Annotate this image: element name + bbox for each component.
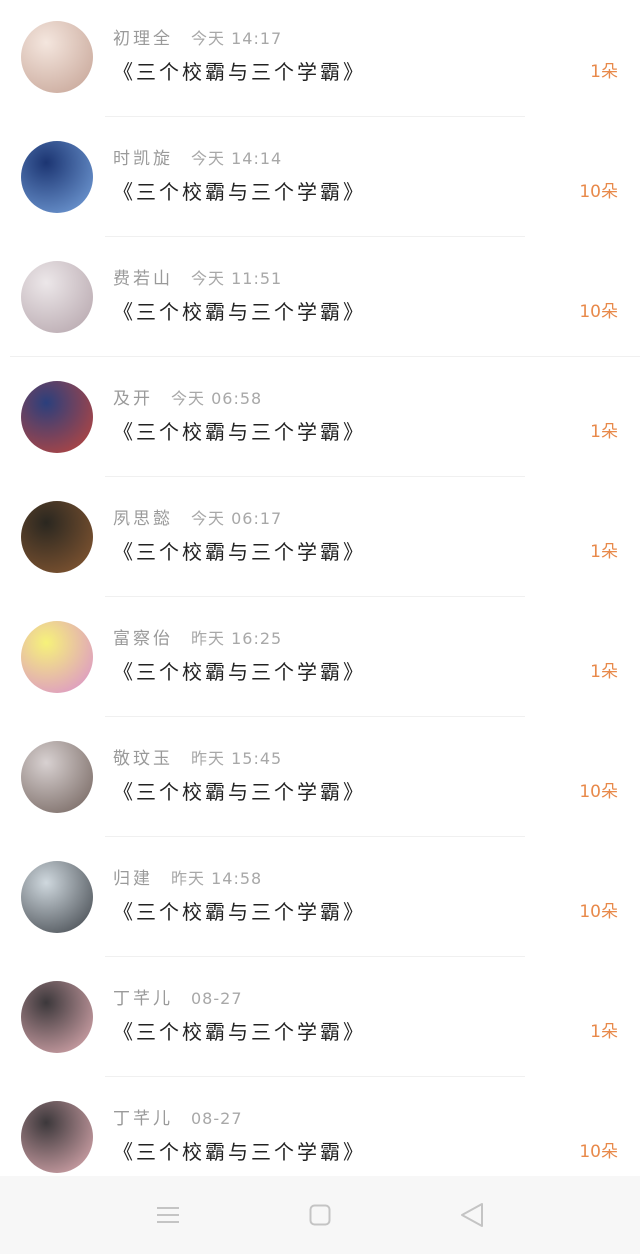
- avatar[interactable]: [21, 621, 93, 693]
- sender-name: 费若山: [113, 269, 173, 289]
- home-square-icon: [309, 1204, 331, 1226]
- book-title: 《三个校霸与三个学霸》: [113, 1140, 366, 1164]
- avatar[interactable]: [21, 981, 93, 1053]
- book-title: 《三个校霸与三个学霸》: [113, 300, 366, 324]
- sender-name: 敬玟玉: [113, 749, 173, 769]
- gift-record-list: 初理全 今天 14:17 《三个校霸与三个学霸》 1朵 时凯旋 今天 14:14 《三个校霸…: [0, 0, 640, 1197]
- book-title: 《三个校霸与三个学霸》: [113, 60, 366, 84]
- back-triangle-icon: [461, 1203, 483, 1227]
- flower-count: 1朵: [590, 422, 618, 442]
- timestamp: 08-27: [191, 1109, 243, 1128]
- sender-meta: 夙思懿 今天 06:17: [113, 507, 282, 531]
- sender-meta: 及开 今天 06:58: [113, 387, 262, 411]
- timestamp: 今天 14:14: [191, 149, 283, 168]
- flower-count: 1朵: [590, 542, 618, 562]
- book-title: 《三个校霸与三个学霸》: [113, 540, 366, 564]
- avatar[interactable]: [21, 381, 93, 453]
- book-title: 《三个校霸与三个学霸》: [113, 900, 366, 924]
- avatar[interactable]: [21, 861, 93, 933]
- flower-count: 1朵: [590, 62, 618, 82]
- list-item[interactable]: 及开 今天 06:58 《三个校霸与三个学霸》 1朵: [0, 357, 640, 477]
- sender-meta: 时凯旋 今天 14:14: [113, 147, 282, 171]
- system-navigation-bar: [0, 1176, 640, 1254]
- book-title: 《三个校霸与三个学霸》: [113, 660, 366, 684]
- book-title: 《三个校霸与三个学霸》: [113, 780, 366, 804]
- flower-count: 1朵: [590, 1022, 618, 1042]
- list-item[interactable]: 初理全 今天 14:17 《三个校霸与三个学霸》 1朵: [0, 0, 640, 117]
- menu-button[interactable]: [148, 1200, 188, 1230]
- sender-name: 丁芊儿: [113, 1109, 173, 1129]
- sender-meta: 归建 昨天 14:58: [113, 867, 262, 891]
- book-title: 《三个校霸与三个学霸》: [113, 1020, 366, 1044]
- book-title: 《三个校霸与三个学霸》: [113, 420, 366, 444]
- sender-name: 时凯旋: [113, 149, 173, 169]
- sender-name: 丁芊儿: [113, 989, 173, 1009]
- list-item[interactable]: 丁芊儿 08-27 《三个校霸与三个学霸》 1朵: [0, 957, 640, 1077]
- timestamp: 今天 06:58: [171, 389, 263, 408]
- list-item[interactable]: 敬玟玉 昨天 15:45 《三个校霸与三个学霸》 10朵: [0, 717, 640, 837]
- flower-count: 10朵: [579, 182, 618, 202]
- sender-name: 归建: [113, 869, 153, 889]
- sender-meta: 丁芊儿 08-27: [113, 987, 243, 1011]
- list-item[interactable]: 归建 昨天 14:58 《三个校霸与三个学霸》 10朵: [0, 837, 640, 957]
- timestamp: 今天 06:17: [191, 509, 283, 528]
- sender-meta: 初理全 今天 14:17: [113, 27, 282, 51]
- sender-name: 及开: [113, 389, 153, 409]
- sender-meta: 敬玟玉 昨天 15:45: [113, 747, 282, 771]
- menu-icon: [157, 1207, 179, 1223]
- sender-meta: 富察佁 昨天 16:25: [113, 627, 282, 651]
- sender-name: 初理全: [113, 29, 173, 49]
- avatar[interactable]: [21, 501, 93, 573]
- list-item[interactable]: 费若山 今天 11:51 《三个校霸与三个学霸》 10朵: [0, 237, 640, 357]
- sender-meta: 费若山 今天 11:51: [113, 267, 282, 291]
- timestamp: 今天 11:51: [191, 269, 283, 288]
- flower-count: 10朵: [579, 302, 618, 322]
- timestamp: 08-27: [191, 989, 243, 1008]
- flower-count: 10朵: [579, 902, 618, 922]
- timestamp: 昨天 16:25: [191, 629, 283, 648]
- avatar[interactable]: [21, 741, 93, 813]
- avatar[interactable]: [21, 21, 93, 93]
- sender-name: 富察佁: [113, 629, 173, 649]
- avatar[interactable]: [21, 141, 93, 213]
- flower-count: 1朵: [590, 662, 618, 682]
- timestamp: 昨天 15:45: [191, 749, 283, 768]
- avatar[interactable]: [21, 261, 93, 333]
- back-button[interactable]: [452, 1200, 492, 1230]
- home-button[interactable]: [300, 1200, 340, 1230]
- avatar[interactable]: [21, 1101, 93, 1173]
- flower-count: 10朵: [579, 782, 618, 802]
- list-item[interactable]: 夙思懿 今天 06:17 《三个校霸与三个学霸》 1朵: [0, 477, 640, 597]
- sender-name: 夙思懿: [113, 509, 173, 529]
- sender-meta: 丁芊儿 08-27: [113, 1107, 243, 1131]
- flower-count: 10朵: [579, 1142, 618, 1162]
- timestamp: 昨天 14:58: [171, 869, 263, 888]
- timestamp: 今天 14:17: [191, 29, 283, 48]
- book-title: 《三个校霸与三个学霸》: [113, 180, 366, 204]
- list-item[interactable]: 时凯旋 今天 14:14 《三个校霸与三个学霸》 10朵: [0, 117, 640, 237]
- list-item[interactable]: 富察佁 昨天 16:25 《三个校霸与三个学霸》 1朵: [0, 597, 640, 717]
